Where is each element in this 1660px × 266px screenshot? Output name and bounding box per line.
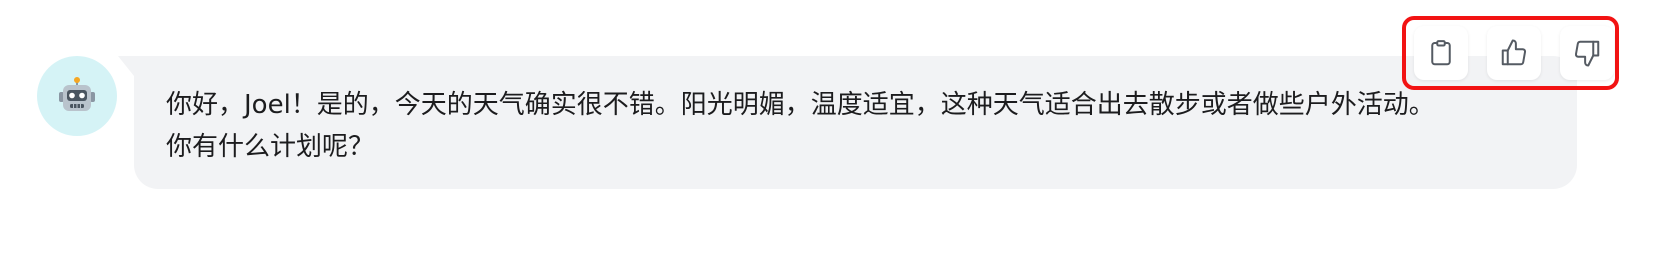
clipboard-icon <box>1431 40 1451 66</box>
message-line-1: 你好，Joel！是的，今天的天气确实很不错。阳光明媚，温度适宜，这种天气适合出去… <box>166 90 1435 120</box>
robot-icon <box>59 77 95 111</box>
dislike-button[interactable] <box>1560 26 1614 80</box>
thumbs-down-icon <box>1574 40 1600 67</box>
copy-button[interactable] <box>1414 26 1468 80</box>
like-button[interactable] <box>1487 26 1541 80</box>
bubble-tail <box>118 56 134 76</box>
assistant-avatar <box>37 56 117 136</box>
message-bubble: 你好，Joel！是的，今天的天气确实很不错。阳光明媚，温度适宜，这种天气适合出去… <box>134 56 1577 189</box>
message-action-bar <box>1402 16 1619 90</box>
message-text: 你好，Joel！是的，今天的天气确实很不错。阳光明媚，温度适宜，这种天气适合出去… <box>166 84 1556 168</box>
message-line-2: 你有什么计划呢？ <box>166 132 375 162</box>
thumbs-up-icon <box>1501 39 1527 66</box>
